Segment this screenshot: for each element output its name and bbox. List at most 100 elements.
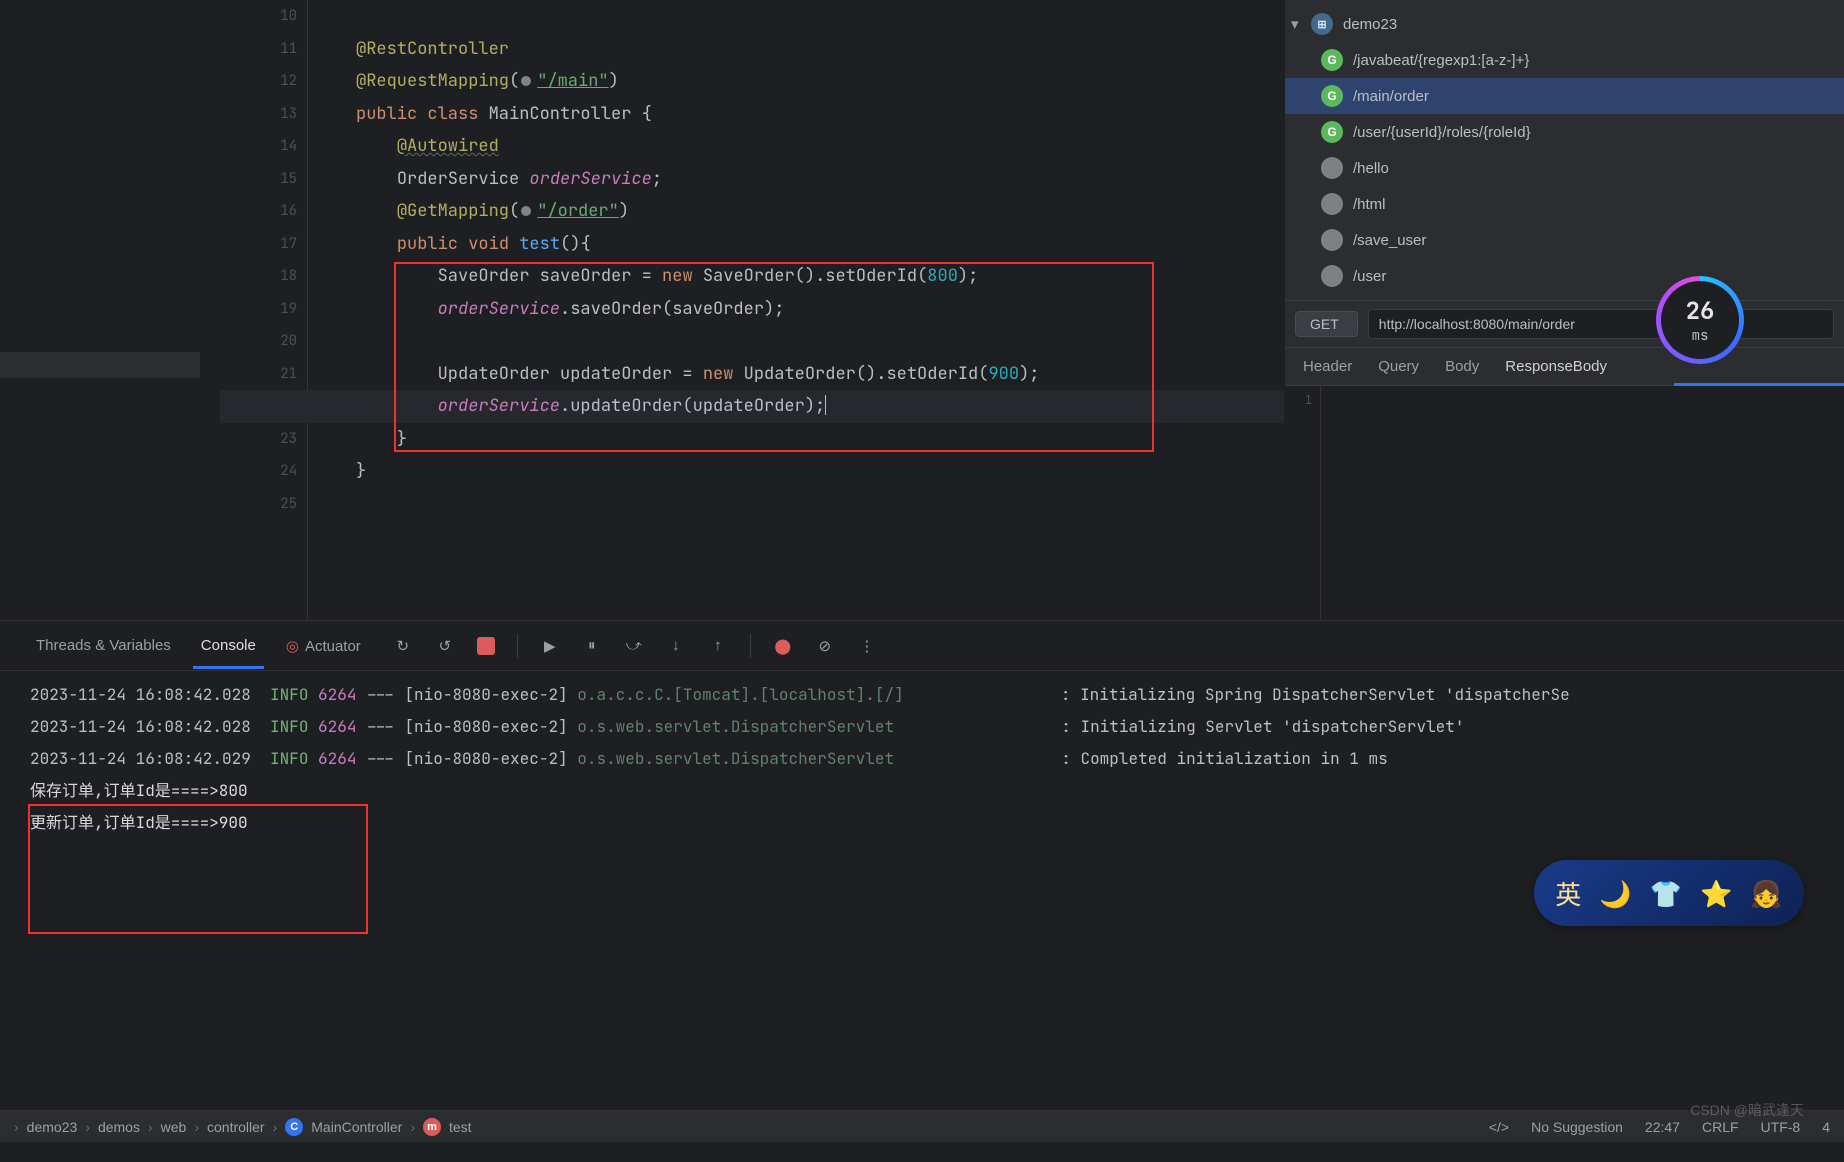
stdout-line: 更新订单,订单Id是====>900 xyxy=(30,807,1834,839)
http-method-badge xyxy=(1321,157,1343,179)
timing-value: 26 xyxy=(1686,296,1715,327)
globe-icon xyxy=(519,74,537,88)
tab-actuator[interactable]: ◎Actuator xyxy=(278,633,369,659)
field: orderService xyxy=(438,395,560,417)
code-editor[interactable]: 10 11 12 13 14 15 16 17 18 19 20 21 22 2… xyxy=(220,0,1284,620)
status-encoding[interactable]: UTF-8 xyxy=(1761,1119,1801,1135)
line-number: 24 xyxy=(220,455,307,488)
annotation: @RestController xyxy=(356,38,509,60)
log-msg: : Completed initialization in 1 ms xyxy=(1061,748,1387,769)
number: 900 xyxy=(988,363,1019,385)
breadcrumb[interactable]: › demo23 › demos › web › controller › C … xyxy=(14,1118,472,1136)
stop-button[interactable] xyxy=(477,637,495,655)
line-number: 25 xyxy=(220,488,307,521)
more-icon[interactable]: ⋮ xyxy=(857,636,877,656)
tab-responsebody[interactable]: ResponseBody xyxy=(1505,358,1607,375)
http-url-field[interactable]: http://localhost:8080/main/order xyxy=(1368,309,1834,339)
log-logger: o.s.web.servlet.DispatcherServlet xyxy=(577,716,894,737)
log-ts: 2023-11-24 16:08:42.028 xyxy=(30,716,251,737)
type: SaveOrder xyxy=(703,265,795,287)
status-eol[interactable]: CRLF xyxy=(1702,1119,1739,1135)
endpoint-node[interactable]: G/javabeat/{regexp1:[a-z-]+} xyxy=(1285,42,1844,78)
chevron-down-icon[interactable]: ▾ xyxy=(1291,15,1301,33)
code-vision-icon[interactable]: </> xyxy=(1489,1119,1509,1135)
endpoint-path: /hello xyxy=(1353,160,1389,177)
suggestion-status[interactable]: No Suggestion xyxy=(1531,1119,1623,1135)
endpoint-node[interactable]: /user xyxy=(1285,258,1844,294)
http-method-badge: G xyxy=(1321,85,1343,107)
endpoint-node[interactable]: G/main/order xyxy=(1285,78,1844,114)
keyword: void xyxy=(468,233,509,255)
line-number: 20 xyxy=(220,325,307,358)
keyword: class xyxy=(427,103,478,125)
ime-floating-widget[interactable]: 英 🌙 👕 ⭐ 👧 xyxy=(1534,860,1804,926)
watermark: CSDN @暗武逢天 xyxy=(1690,1100,1804,1120)
rerun-failed-icon[interactable]: ↺ xyxy=(435,636,455,656)
method: saveOrder xyxy=(570,298,662,320)
line-number: 10 xyxy=(220,0,307,33)
endpoint-module-node[interactable]: ▾ ⊞ demo23 xyxy=(1285,6,1844,42)
log-level: INFO xyxy=(270,684,308,705)
endpoints-tool-window[interactable]: ▾ ⊞ demo23 G/javabeat/{regexp1:[a-z-]+} … xyxy=(1284,0,1844,620)
endpoints-tree[interactable]: ▾ ⊞ demo23 G/javabeat/{regexp1:[a-z-]+} … xyxy=(1285,0,1844,300)
keyword: new xyxy=(703,363,734,385)
line-number: 16 xyxy=(220,195,307,228)
tab-query[interactable]: Query xyxy=(1378,358,1419,375)
project-selection xyxy=(0,352,200,378)
tab-console[interactable]: Console xyxy=(193,633,264,669)
crumb-item[interactable]: demo23 xyxy=(27,1119,78,1135)
log-pid: 6264 xyxy=(318,748,356,769)
step-into-icon[interactable]: ↓ xyxy=(666,636,686,656)
arg: saveOrder xyxy=(672,298,764,320)
annotation: @RequestMapping xyxy=(356,70,509,92)
code-area[interactable]: @RestController @RequestMapping("/main")… xyxy=(342,0,1284,620)
crumb-item[interactable]: demos xyxy=(98,1119,140,1135)
class-icon: C xyxy=(285,1118,303,1136)
crumb-item[interactable]: controller xyxy=(207,1119,265,1135)
type: UpdateOrder xyxy=(744,363,856,385)
endpoint-path: /main/order xyxy=(1353,88,1429,105)
crumb-item[interactable]: web xyxy=(161,1119,187,1135)
editor-gutter: 10 11 12 13 14 15 16 17 18 19 20 21 22 2… xyxy=(220,0,308,620)
method: setOderId xyxy=(825,265,917,287)
ime-mode-label: 英 xyxy=(1555,875,1581,912)
tab-underline xyxy=(1674,383,1844,386)
crumb-item[interactable]: MainController xyxy=(311,1119,402,1135)
endpoint-node[interactable]: /html xyxy=(1285,186,1844,222)
number: 800 xyxy=(927,265,958,287)
tab-threads-variables[interactable]: Threads & Variables xyxy=(28,633,179,658)
view-breakpoints-icon[interactable]: ⬤ xyxy=(773,636,793,656)
tab-header[interactable]: Header xyxy=(1303,358,1352,375)
divider xyxy=(750,634,751,658)
log-thread: --- [nio-8080-exec-2] xyxy=(366,748,568,769)
tab-body[interactable]: Body xyxy=(1445,358,1479,375)
log-thread: --- [nio-8080-exec-2] xyxy=(366,684,568,705)
step-out-icon[interactable]: ↑ xyxy=(708,636,728,656)
variable: saveOrder xyxy=(540,265,632,287)
http-method-badge xyxy=(1321,229,1343,251)
debug-tabs: Threads & Variables Console ◎Actuator ↻ … xyxy=(0,621,1844,671)
rerun-icon[interactable]: ↻ xyxy=(393,636,413,656)
endpoint-node[interactable]: /hello xyxy=(1285,150,1844,186)
step-over-icon[interactable]: ⤻ xyxy=(624,636,644,656)
mute-breakpoints-icon[interactable]: ⊘ xyxy=(815,636,835,656)
endpoint-node[interactable]: G/user/{userId}/roles/{roleId} xyxy=(1285,114,1844,150)
endpoint-node[interactable]: /save_user xyxy=(1285,222,1844,258)
line-number: 15 xyxy=(220,163,307,196)
status-bar: › demo23 › demos › web › controller › C … xyxy=(0,1110,1844,1142)
caret xyxy=(825,395,826,415)
response-body-view[interactable]: 1 xyxy=(1285,386,1844,620)
http-request-bar: GET http://localhost:8080/main/order xyxy=(1285,300,1844,348)
method-icon: m xyxy=(423,1118,441,1136)
response-content[interactable] xyxy=(1321,386,1844,620)
resume-icon[interactable]: ▶ xyxy=(540,636,560,656)
string-literal: "/order" xyxy=(537,200,619,222)
module-name: demo23 xyxy=(1343,16,1397,33)
http-method-select[interactable]: GET xyxy=(1295,311,1358,337)
field: orderService xyxy=(529,168,651,190)
crumb-item[interactable]: test xyxy=(449,1119,472,1135)
pause-icon[interactable]: ⏸ xyxy=(582,636,602,656)
status-indent[interactable]: 4 xyxy=(1822,1119,1830,1135)
gutter-icon-strip xyxy=(308,0,342,620)
endpoint-path: /html xyxy=(1353,196,1386,213)
